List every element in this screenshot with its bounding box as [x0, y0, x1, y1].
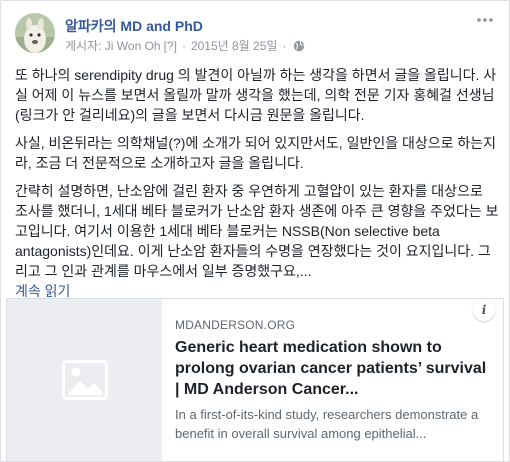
- globe-icon[interactable]: [293, 40, 305, 52]
- link-title[interactable]: Generic heart medication shown to prolon…: [175, 337, 493, 400]
- link-preview-card[interactable]: i MDANDERSON.ORG Generic heart medicatio…: [6, 298, 504, 461]
- posted-by: 게시자: Ji Won Oh: [65, 39, 161, 53]
- meta-separator: ·: [181, 38, 186, 53]
- ellipsis-icon: [477, 18, 493, 22]
- post-card: 알파카의 MD and PhD 게시자: Ji Won Oh [?] · 201…: [0, 0, 510, 462]
- image-placeholder-icon: [61, 360, 108, 400]
- avatar[interactable]: [15, 13, 55, 53]
- post-meta: 게시자: Ji Won Oh [?] · 2015년 8월 25일 ·: [65, 37, 305, 54]
- link-thumbnail[interactable]: [7, 299, 162, 461]
- post-timestamp[interactable]: 2015년 8월 25일: [191, 37, 278, 54]
- meta-separator-2: ·: [282, 38, 287, 53]
- post-paragraph: 간략히 설명하면, 난소암에 걸린 환자 중 우연하게 고혈압이 있는 환자를 …: [15, 181, 499, 301]
- post-body: 또 하나의 serendipity drug 의 발견이 아닐까 하는 생각을 …: [15, 65, 499, 301]
- link-description: In a first-of-its-kind study, researcher…: [175, 407, 479, 441]
- see-more-link[interactable]: 계속 읽기: [15, 283, 70, 299]
- post-paragraph: 사실, 비온뒤라는 의학채널(?)에 소개가 되어 있지만서도, 일반인을 대상…: [15, 135, 497, 171]
- post-paragraph: 또 하나의 serendipity drug 의 발견이 아닐까 하는 생각을 …: [15, 67, 497, 123]
- alpaca-avatar-icon: [15, 13, 55, 53]
- link-domain: MDANDERSON.ORG: [175, 318, 296, 332]
- post-paragraph-text: 간략히 설명하면, 난소암에 걸린 환자 중 우연하게 고혈압이 있는 환자를 …: [15, 183, 499, 279]
- page-name-link[interactable]: 알파카의 MD and PhD: [65, 16, 203, 36]
- more-options-icon[interactable]: [475, 13, 495, 29]
- link-text: MDANDERSON.ORG Generic heart medication …: [175, 317, 493, 443]
- help-marker[interactable]: [?]: [164, 39, 177, 53]
- post-header: 알파카의 MD and PhD 게시자: Ji Won Oh [?] · 201…: [15, 13, 497, 57]
